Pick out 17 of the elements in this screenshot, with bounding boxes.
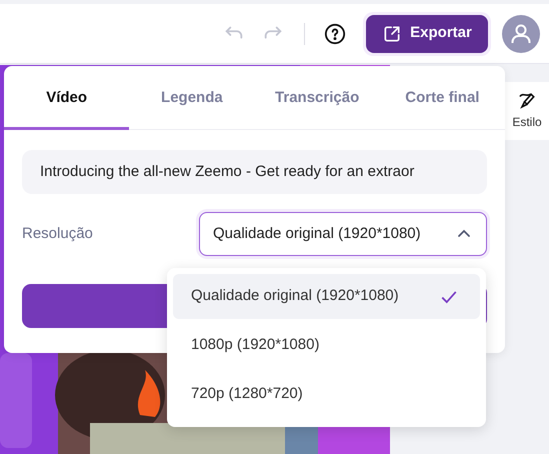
export-button[interactable]: Exportar — [366, 14, 488, 52]
resolution-option[interactable]: 1080p (1920*1080) — [173, 323, 480, 368]
help-icon[interactable] — [324, 22, 346, 44]
tab[interactable]: Legenda — [129, 66, 254, 130]
share-icon — [382, 24, 402, 44]
resolution-option[interactable]: Qualidade original (1920*1080) — [173, 274, 480, 319]
resolution-label: Resolução — [22, 224, 93, 244]
tool-label: Estilo — [512, 114, 542, 131]
tab[interactable]: Vídeo — [4, 66, 130, 130]
title-field[interactable]: Introducing the all-new Zeemo - Get ready for an extraor — [22, 150, 487, 194]
avatar[interactable] — [502, 14, 540, 52]
tab[interactable]: Corte final — [380, 66, 505, 130]
resolution-select[interactable]: Qualidade original (1920*1080) — [199, 212, 487, 256]
tab[interactable]: Transcrição — [254, 66, 380, 130]
brush-icon[interactable] — [517, 91, 537, 111]
user-icon — [509, 22, 533, 46]
resolution-option[interactable]: 720p (1280*720) — [173, 372, 480, 417]
